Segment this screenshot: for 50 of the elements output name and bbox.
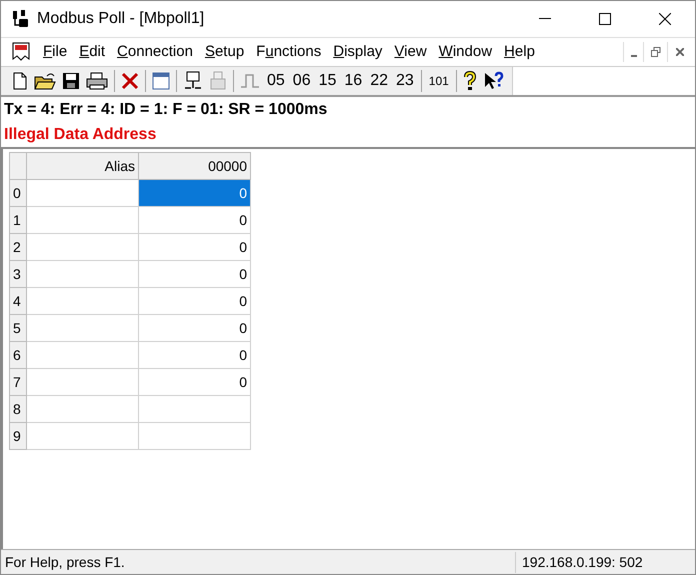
help-hint: For Help, press F1. bbox=[4, 552, 125, 572]
menu-item[interactable]: File bbox=[37, 40, 74, 64]
close-icon bbox=[676, 48, 684, 56]
row-header: 5 bbox=[10, 315, 27, 342]
value-cell[interactable] bbox=[139, 396, 251, 423]
app-icon bbox=[11, 9, 31, 29]
menu-item[interactable]: Setup bbox=[198, 40, 250, 64]
row-header: 8 bbox=[10, 396, 27, 423]
row-header: 1 bbox=[10, 207, 27, 234]
menu-item[interactable]: Connection bbox=[111, 40, 199, 64]
row-header: 9 bbox=[10, 423, 27, 450]
value-cell[interactable]: 0 bbox=[139, 261, 251, 288]
status-line: Tx = 4: Err = 4: ID = 1: F = 01: SR = 1000ms bbox=[4, 100, 328, 120]
column-header: 00000 bbox=[139, 153, 251, 180]
value-cell[interactable]: 0 bbox=[139, 207, 251, 234]
menu-item[interactable]: Functions bbox=[250, 40, 328, 64]
connection-address: 192.168.0.199: 502 bbox=[515, 552, 695, 572]
value-cell[interactable]: 0 bbox=[139, 288, 251, 315]
row-header: 2 bbox=[10, 234, 27, 261]
column-header: Alias bbox=[27, 153, 139, 180]
row-header: 3 bbox=[10, 261, 27, 288]
function-button[interactable]: 05 bbox=[263, 69, 289, 93]
row-header: 0 bbox=[10, 180, 27, 207]
value-cell[interactable]: 0 bbox=[139, 369, 251, 396]
function-button[interactable]: 15 bbox=[314, 69, 340, 93]
menu-item[interactable]: View bbox=[388, 40, 433, 64]
value-cell[interactable]: 0 bbox=[139, 315, 251, 342]
value-cell[interactable]: 0 bbox=[139, 180, 251, 207]
function-button[interactable]: 101 bbox=[424, 69, 453, 93]
function-button[interactable]: 16 bbox=[340, 69, 366, 93]
row-header: 6 bbox=[10, 342, 27, 369]
row-header: 7 bbox=[10, 369, 27, 396]
minimize-icon bbox=[630, 55, 636, 57]
restore-icon bbox=[650, 47, 660, 57]
menu-item[interactable]: Display bbox=[327, 40, 388, 64]
value-cell[interactable]: 0 bbox=[139, 342, 251, 369]
row-header: 4 bbox=[10, 288, 27, 315]
window-title: Modbus Poll - [Mbpoll1] bbox=[37, 9, 204, 29]
minimize-icon bbox=[539, 18, 551, 20]
menu-item[interactable]: Edit bbox=[73, 40, 112, 64]
function-button[interactable]: 06 bbox=[288, 69, 315, 93]
value-cell[interactable]: 0 bbox=[139, 234, 251, 261]
menu-item[interactable]: Help bbox=[498, 40, 541, 64]
value-cell[interactable] bbox=[139, 423, 251, 450]
close-icon bbox=[659, 13, 671, 25]
error-message: Illegal Data Address bbox=[4, 125, 156, 145]
menu-item[interactable]: Window bbox=[432, 40, 498, 64]
maximize-icon bbox=[599, 13, 611, 25]
function-button[interactable]: 22 bbox=[366, 69, 392, 93]
function-button[interactable]: 23 bbox=[392, 69, 418, 93]
